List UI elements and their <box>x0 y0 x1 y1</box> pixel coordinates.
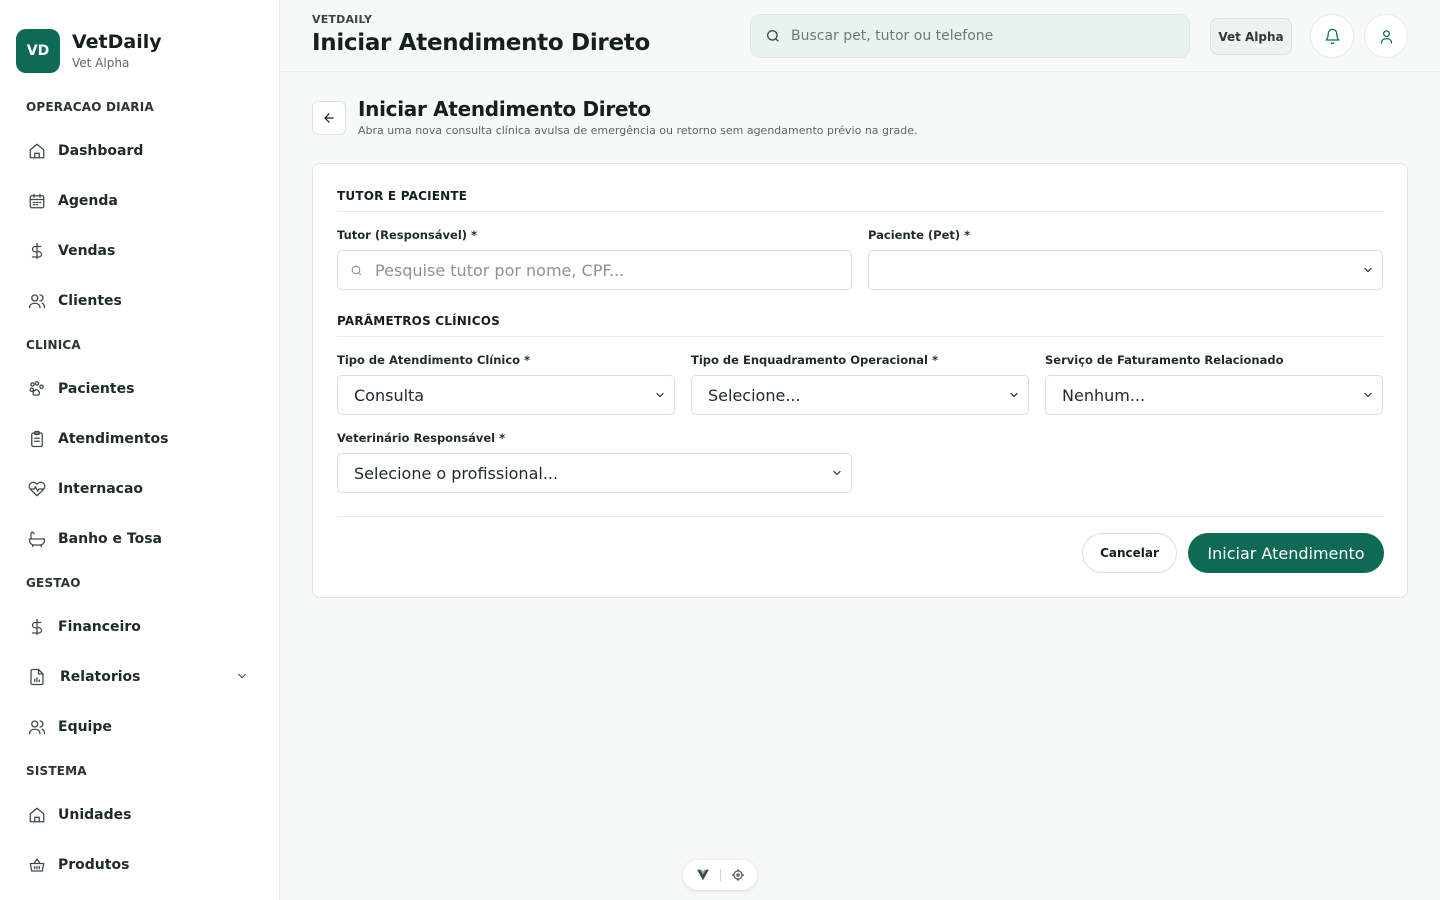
enquadramento-label: Tipo de Enquadramento Operacional * <box>691 353 939 367</box>
nav-section-gestao: GESTAO <box>26 576 81 590</box>
user-icon <box>1380 29 1392 44</box>
back-button[interactable] <box>312 101 346 135</box>
sidebar-item-label: Vendas <box>58 243 116 259</box>
servico-select[interactable]: Nenhum... <box>1045 375 1383 415</box>
paw-icon <box>29 381 44 396</box>
enquadramento-select[interactable]: Selecione... <box>691 375 1029 415</box>
chevron-down-icon <box>656 392 664 398</box>
vet-select-value: Selecione o profissional... <box>354 463 559 483</box>
chevron-down-icon <box>1364 267 1372 273</box>
sidebar-item-internacao[interactable]: Internacao <box>0 464 279 514</box>
sidebar-item-banho-tosa[interactable]: Banho e Tosa <box>0 514 279 564</box>
footer-divider <box>337 516 1384 517</box>
brand-unit: Vet Alpha <box>72 55 130 70</box>
section-title-params: PARÂMETROS CLÍNICOS <box>337 314 500 328</box>
section-divider <box>337 336 1384 337</box>
sidebar-item-pacientes[interactable]: Pacientes <box>0 364 279 414</box>
enquadramento-value: Selecione... <box>708 385 801 405</box>
arrow-left-icon <box>324 113 334 123</box>
sidebar-item-atendimentos[interactable]: Atendimentos <box>0 414 279 464</box>
dollar-icon <box>31 618 43 636</box>
notifications-button[interactable] <box>1310 14 1354 58</box>
heart-pulse-icon <box>28 481 46 497</box>
calendar-icon <box>29 193 45 209</box>
section-divider <box>337 211 1384 212</box>
chevron-down-icon <box>833 470 841 476</box>
users-icon <box>28 294 46 309</box>
basket-icon <box>29 858 45 872</box>
sidebar-item-label: Unidades <box>58 807 132 823</box>
tutor-search-input[interactable] <box>375 260 815 280</box>
search-icon <box>351 265 362 275</box>
sidebar-item-label: Clientes <box>58 293 122 309</box>
sidebar-item-equipe[interactable]: Equipe <box>0 702 279 752</box>
header-eyebrow: VETDAILY <box>312 13 373 26</box>
section-title-tutor: TUTOR E PACIENTE <box>337 189 468 203</box>
cancel-button[interactable]: Cancelar <box>1082 533 1177 573</box>
top-header: VETDAILY Iniciar Atendimento Direto Vet … <box>280 0 1440 72</box>
sidebar-item-clientes[interactable]: Clientes <box>0 276 279 326</box>
nav-section-clinica: CLINICA <box>26 338 81 352</box>
brand-name: VetDaily <box>72 31 162 54</box>
sidebar-item-label: Relatorios <box>60 669 141 685</box>
sidebar-item-dashboard[interactable]: Dashboard <box>0 126 279 176</box>
dollar-icon <box>31 242 43 260</box>
clipboard-icon <box>31 430 43 448</box>
brand[interactable]: VD VetDaily Vet Alpha <box>0 0 279 80</box>
toolbar-separator <box>719 869 721 881</box>
sidebar-item-produtos[interactable]: Produtos <box>0 840 279 890</box>
vet-select[interactable]: Selecione o profissional... <box>337 453 852 493</box>
tutor-search-field[interactable] <box>337 250 852 290</box>
home-icon <box>29 807 45 823</box>
attendance-form-card: TUTOR E PACIENTE Tutor (Responsável) * P… <box>312 163 1408 598</box>
dev-toolbar <box>683 860 757 890</box>
sidebar-item-relatorios[interactable]: Relatorios <box>0 652 279 702</box>
vet-label: Veterinário Responsável * <box>337 431 506 445</box>
vue-logo-icon[interactable] <box>696 868 710 882</box>
sidebar-item-label: Banho e Tosa <box>58 531 163 547</box>
sidebar: VD VetDaily Vet Alpha OPERACAO DIARIA Da… <box>0 0 280 900</box>
profile-button[interactable] <box>1364 14 1408 58</box>
header-title: Iniciar Atendimento Direto <box>312 30 650 56</box>
nav-section-operacao: OPERACAO DIARIA <box>26 100 154 114</box>
servico-value: Nenhum... <box>1062 385 1146 405</box>
servico-label: Serviço de Faturamento Relacionado <box>1045 353 1284 367</box>
file-chart-icon <box>30 668 44 686</box>
sidebar-item-label: Agenda <box>58 193 118 209</box>
brand-logo: VD <box>16 29 60 73</box>
sidebar-item-label: Financeiro <box>58 619 141 635</box>
users-icon <box>28 720 46 735</box>
tutor-label: Tutor (Responsável) * <box>337 228 478 242</box>
tipo-atendimento-value: Consulta <box>354 385 425 405</box>
sidebar-item-label: Atendimentos <box>58 431 169 447</box>
sidebar-item-financeiro[interactable]: Financeiro <box>0 602 279 652</box>
sidebar-item-label: Produtos <box>58 857 130 873</box>
home-icon <box>29 143 45 159</box>
unit-switch-button[interactable]: Vet Alpha <box>1210 18 1292 55</box>
pet-label: Paciente (Pet) * <box>868 228 971 242</box>
tipo-label: Tipo de Atendimento Clínico * <box>337 353 531 367</box>
sidebar-item-label: Pacientes <box>58 381 135 397</box>
start-attendance-button[interactable]: Iniciar Atendimento <box>1188 533 1384 573</box>
bath-icon <box>28 531 46 548</box>
bell-icon <box>1324 28 1340 44</box>
page-subtitle: Abra uma nova consulta clínica avulsa de… <box>358 124 918 137</box>
global-search[interactable] <box>750 14 1190 58</box>
chevron-down-icon <box>1364 392 1372 398</box>
sidebar-item-label: Internacao <box>58 481 144 497</box>
global-search-input[interactable] <box>791 28 1171 44</box>
search-icon <box>767 30 779 42</box>
chevron-down-icon <box>238 673 246 679</box>
pet-select[interactable] <box>868 250 1383 290</box>
sidebar-item-label: Dashboard <box>58 143 144 159</box>
sidebar-item-vendas[interactable]: Vendas <box>0 226 279 276</box>
page-title: Iniciar Atendimento Direto <box>358 97 651 121</box>
sidebar-item-agenda[interactable]: Agenda <box>0 176 279 226</box>
nav-section-sistema: SISTEMA <box>26 764 87 778</box>
chevron-down-icon <box>1010 392 1018 398</box>
crosshair-icon[interactable] <box>731 868 745 882</box>
sidebar-item-label: Equipe <box>58 719 112 735</box>
tipo-atendimento-select[interactable]: Consulta <box>337 375 675 415</box>
sidebar-item-unidades[interactable]: Unidades <box>0 790 279 840</box>
